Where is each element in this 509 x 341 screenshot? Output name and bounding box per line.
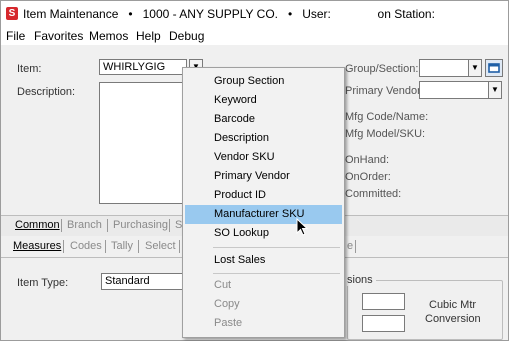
tab-divider	[105, 240, 106, 253]
tab-common[interactable]: Common	[15, 219, 60, 231]
primary-vendor-input[interactable]	[419, 81, 489, 99]
cubic-mtr-label: Cubic Mtr	[429, 299, 477, 311]
item-type-value: Standard	[105, 275, 150, 287]
tab-divider	[138, 240, 139, 253]
tab-divider	[179, 240, 180, 253]
committed-label: Committed:	[345, 188, 402, 200]
menu-memos[interactable]: Memos	[89, 29, 128, 43]
tab-codes-label: Codes	[70, 240, 102, 252]
menu-file[interactable]: File	[6, 29, 25, 43]
menu-item-paste: Paste	[185, 314, 342, 333]
menu-item-keyword[interactable]: Keyword	[185, 91, 342, 110]
tab-codes[interactable]: Codes	[70, 240, 102, 252]
tab-purchasing[interactable]: Purchasing	[113, 219, 168, 231]
menu-item-so-lookup[interactable]: SO Lookup	[185, 224, 342, 243]
menu-item-label: SO Lookup	[214, 227, 270, 239]
menu-item-vendor-sku[interactable]: Vendor SKU	[185, 148, 342, 167]
tab-common-label: Common	[15, 219, 60, 231]
menu-item-barcode[interactable]: Barcode	[185, 110, 342, 129]
menu-item-product-id[interactable]: Product ID	[185, 186, 342, 205]
tab-divider	[169, 219, 170, 232]
lookup-button[interactable]	[485, 59, 503, 77]
onorder-label: OnOrder:	[345, 171, 391, 183]
title-bar: S Item Maintenance • 1000 - ANY SUPPLY C…	[1, 1, 508, 27]
menu-item-label: Lost Sales	[214, 254, 266, 266]
onhand-label: OnHand:	[345, 154, 390, 166]
menu-item-primary-vendor[interactable]: Primary Vendor	[185, 167, 342, 186]
menu-item-description[interactable]: Description	[185, 129, 342, 148]
menu-item-label: Group Section	[214, 75, 285, 87]
search-type-context-menu: Group Section Keyword Barcode Descriptio…	[182, 67, 345, 338]
description-textarea[interactable]	[99, 82, 189, 204]
menu-item-label: Paste	[214, 317, 243, 329]
menu-separator	[213, 247, 340, 248]
tab-partial[interactable]: e	[347, 240, 353, 252]
menu-bar: File Favorites Memos Help Debug	[1, 27, 508, 45]
menu-item-label: Copy	[214, 298, 240, 310]
menu-item-label: Manufacturer SKU	[214, 208, 305, 220]
tab-divider	[61, 219, 62, 232]
menu-item-label: Primary Vendor	[214, 170, 290, 182]
conversion-label: Conversion	[425, 313, 481, 325]
tab-select[interactable]: Select	[145, 240, 176, 252]
lookup-window-icon	[488, 63, 500, 73]
menu-item-copy: Copy	[185, 295, 342, 314]
menu-item-label: Keyword	[214, 94, 257, 106]
menu-item-cut: Cut	[185, 276, 342, 295]
tab-measures[interactable]: Measures	[13, 240, 61, 252]
tab-measures-label: Measures	[13, 240, 62, 252]
item-value: WHIRLYGIG	[103, 61, 166, 73]
chevron-down-icon: ▼	[491, 85, 499, 94]
tab-partial-label: e	[347, 240, 354, 252]
mfg-code-label: Mfg Code/Name:	[345, 111, 429, 123]
window-title: Item Maintenance • 1000 - ANY SUPPLY CO.…	[23, 7, 435, 21]
cubic-input-2[interactable]	[362, 315, 405, 332]
chevron-down-icon: ▼	[471, 63, 479, 72]
tab-divider	[63, 240, 64, 253]
dimensions-group-title: sions	[347, 274, 376, 286]
tab-tally-label: Tally	[111, 240, 134, 252]
primary-vendor-label: Primary Vendor:	[345, 85, 424, 97]
group-section-dropdown-button[interactable]: ▼	[468, 59, 482, 77]
menu-item-label: Description	[214, 132, 270, 144]
tab-divider	[107, 219, 108, 232]
menu-item-label: Barcode	[214, 113, 255, 125]
group-section-input[interactable]	[419, 59, 469, 77]
menu-debug[interactable]: Debug	[169, 29, 204, 43]
menu-item-group-section[interactable]: Group Section	[185, 72, 342, 91]
s-app-icon: S	[6, 7, 18, 20]
item-input[interactable]: WHIRLYGIG	[99, 59, 187, 75]
menu-separator	[213, 273, 340, 274]
tab-select-label: Select	[145, 240, 176, 252]
description-label: Description:	[17, 86, 76, 98]
menu-item-manufacturer-sku[interactable]: Manufacturer SKU	[185, 205, 342, 224]
menu-item-label: Vendor SKU	[214, 151, 275, 163]
group-section-label: Group/Section:	[345, 63, 419, 75]
primary-vendor-dropdown-button[interactable]: ▼	[488, 81, 502, 99]
tab-branch[interactable]: Branch	[67, 219, 102, 231]
menu-help[interactable]: Help	[136, 29, 161, 43]
item-type-select[interactable]: Standard	[101, 273, 189, 290]
item-label: Item:	[17, 63, 42, 75]
tab-purchasing-label: Purchasing	[113, 219, 169, 231]
tab-tally[interactable]: Tally	[111, 240, 133, 252]
menu-item-label: Cut	[214, 279, 232, 291]
item-type-label: Item Type:	[17, 277, 69, 289]
tab-branch-label: Branch	[67, 219, 102, 231]
menu-favorites[interactable]: Favorites	[34, 29, 83, 43]
tab-divider	[355, 240, 356, 253]
mouse-pointer-icon	[296, 218, 309, 236]
menu-item-label: Product ID	[214, 189, 266, 201]
menu-item-lost-sales[interactable]: Lost Sales	[185, 251, 342, 270]
mfg-model-label: Mfg Model/SKU:	[345, 128, 426, 140]
cubic-input-1[interactable]	[362, 293, 405, 310]
